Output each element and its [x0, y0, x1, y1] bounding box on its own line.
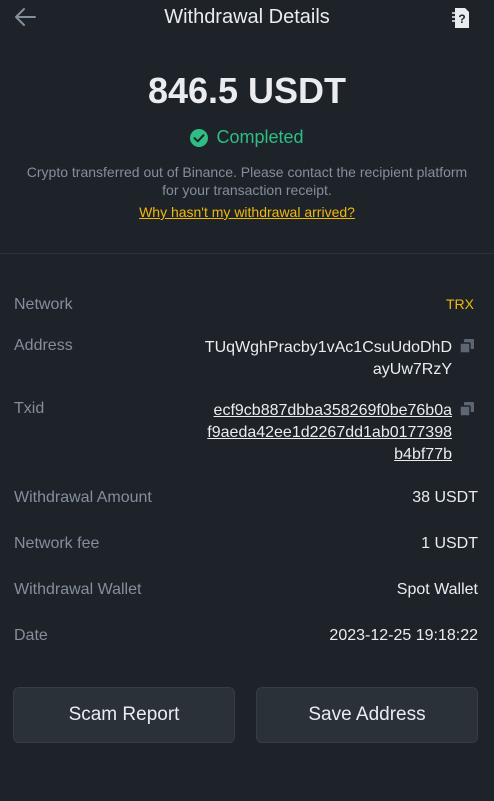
- txid-line[interactable]: ecf9cb887dbba358269f0be76b0a: [207, 400, 452, 422]
- txid-link[interactable]: ecf9cb887dbba358269f0be76b0a f9aeda42ee1…: [207, 400, 452, 466]
- address-value: TUqWghPracby1vAc1CsuUdoDhD ayUw7RzY: [205, 337, 452, 381]
- txid-label: Txid: [14, 400, 45, 417]
- copy-icon[interactable]: [460, 402, 474, 416]
- status-text: Completed: [216, 127, 304, 147]
- help-document-icon[interactable]: ?: [450, 7, 472, 29]
- scam-report-button[interactable]: Scam Report: [13, 687, 235, 743]
- address-label: Address: [14, 337, 73, 354]
- withdrawal-wallet-label: Withdrawal Wallet: [14, 581, 142, 598]
- txid-line[interactable]: f9aeda42ee1d2267dd1ab0177398: [207, 422, 452, 444]
- save-address-button[interactable]: Save Address: [256, 687, 478, 743]
- address-line: ayUw7RzY: [372, 361, 452, 378]
- txid-line[interactable]: b4bf77b: [207, 444, 452, 466]
- withdrawal-amount-value: 38 USDT: [412, 489, 478, 506]
- top-bar: Withdrawal Details ?: [0, 0, 494, 38]
- network-fee-label: Network fee: [14, 535, 100, 552]
- check-circle-icon: [190, 128, 209, 147]
- withdrawal-help-link[interactable]: Why hasn't my withdrawal arrived?: [0, 204, 494, 220]
- network-label: Network: [14, 296, 73, 313]
- page-title: Withdrawal Details: [164, 6, 330, 28]
- withdrawal-total-amount: 846.5 USDT: [147, 70, 347, 111]
- network-fee-value: 1 USDT: [421, 535, 478, 552]
- divider: [0, 253, 494, 254]
- copy-icon[interactable]: [460, 339, 474, 353]
- withdrawal-wallet-value: Spot Wallet: [396, 581, 478, 598]
- withdrawal-amount-label: Withdrawal Amount: [14, 489, 152, 506]
- date-label: Date: [14, 627, 48, 644]
- date-value: 2023-12-25 19:18:22: [329, 627, 478, 644]
- status-badge: Completed: [0, 127, 494, 148]
- address-line: TUqWghPracby1vAc1CsuUdoDhD: [204, 339, 452, 356]
- status-description: Crypto transferred out of Binance. Pleas…: [26, 164, 468, 198]
- network-value: TRX: [446, 296, 474, 312]
- svg-text:?: ?: [458, 12, 465, 26]
